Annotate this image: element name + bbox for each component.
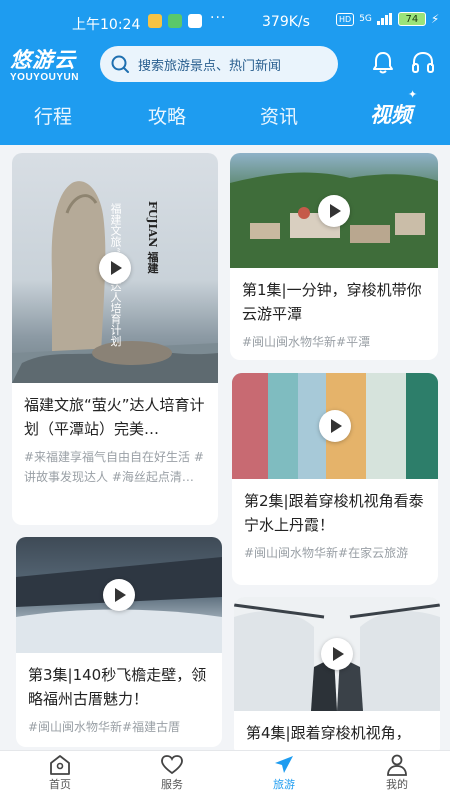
tab-guides[interactable]: 攻略: [148, 102, 186, 129]
app-logo: 悠游云 YOUYOUYUN: [10, 48, 90, 88]
video-card[interactable]: 第3集|140秒飞檐走壁，领略福州古厝魅力！ #闽山闽水物华新#福建古厝: [16, 537, 222, 747]
tab-news[interactable]: 资讯: [260, 102, 298, 129]
nav-label: 首页: [49, 778, 71, 791]
nav-home[interactable]: 首页: [25, 753, 95, 799]
sparkle-icon: ✦: [408, 88, 418, 101]
home-icon: [50, 755, 70, 775]
search-input[interactable]: 搜索旅游景点、热门新闻: [100, 46, 338, 82]
video-title: 第2集|跟着穿梭机视角看泰宁水上丹霞！: [244, 492, 424, 534]
notification-app-icon: [148, 14, 162, 28]
video-thumbnail: [230, 153, 438, 268]
search-icon: [111, 55, 129, 73]
play-icon[interactable]: [318, 194, 350, 227]
battery-indicator: 74: [397, 12, 426, 26]
heart-hands-icon: [161, 755, 183, 775]
headset-icon[interactable]: [410, 50, 436, 76]
user-icon: [387, 754, 407, 776]
video-thumbnail: [234, 597, 440, 711]
logo-main-text: 悠游云: [10, 47, 76, 72]
logo-sub-text: YOUYOUYUN: [10, 72, 79, 83]
status-indicators: HD 5G 74 ⚡: [336, 12, 439, 26]
more-notifications-icon: ···: [210, 10, 227, 26]
video-tags: #闽山闽水物华新#平潭: [242, 335, 371, 349]
status-bar: 上午10:24 ··· 379K/s HD 5G 74 ⚡: [0, 0, 450, 42]
category-tabs: 行程 攻略 资讯 视频: [0, 96, 450, 136]
nav-profile[interactable]: 我的: [362, 753, 432, 799]
video-thumbnail: [16, 537, 222, 653]
video-card[interactable]: 第1集|一分钟，穿梭机带你云游平潭 #闽山闽水物华新#平潭: [230, 153, 438, 360]
nav-label: 服务: [161, 778, 183, 791]
video-tags: #来福建享福气自由自在好生活 #讲故事发现达人 #海丝起点清…: [24, 450, 204, 484]
overlay-brand-text: FUJIAN 福建: [146, 201, 159, 274]
video-title: 第4集|跟着穿梭机视角，: [246, 724, 411, 742]
play-icon[interactable]: [103, 579, 135, 611]
tab-itinerary[interactable]: 行程: [34, 102, 72, 129]
video-card[interactable]: 第2集|跟着穿梭机视角看泰宁水上丹霞！ #闽山闽水物华新#在家云旅游: [232, 373, 438, 585]
status-notification-icons: [148, 14, 202, 28]
play-icon[interactable]: [319, 410, 351, 442]
hd-badge: HD: [336, 12, 355, 26]
charging-icon: ⚡: [430, 12, 440, 26]
status-time: 上午10:24: [72, 17, 141, 33]
nav-label: 旅游: [273, 778, 295, 791]
bell-icon[interactable]: [370, 50, 396, 76]
video-thumbnail: FUJIAN 福建 福建文旅“萤火”达人培育计划: [12, 153, 218, 383]
tab-videos[interactable]: 视频: [370, 99, 412, 129]
play-icon[interactable]: [99, 252, 131, 284]
notification-app-icon: [188, 14, 202, 28]
network-speed: 379K/s: [262, 14, 310, 30]
video-card[interactable]: FUJIAN 福建 福建文旅“萤火”达人培育计划 福建文旅“萤火”达人培育计划（…: [12, 153, 218, 525]
nav-label: 我的: [386, 778, 408, 791]
video-card[interactable]: 第4集|跟着穿梭机视角，: [234, 597, 440, 750]
video-title: 福建文旅“萤火”达人培育计划（平潭站）完美…: [24, 396, 205, 438]
app-header: 上午10:24 ··· 379K/s HD 5G 74 ⚡ 悠游云 YOUYOU…: [0, 0, 450, 145]
notification-app-icon: [168, 14, 182, 28]
video-title: 第3集|140秒飞檐走壁，领略福州古厝魅力！: [28, 666, 207, 708]
overlay-caption-text: 福建文旅“萤火”达人培育计划: [107, 203, 123, 373]
video-title: 第1集|一分钟，穿梭机带你云游平潭: [242, 281, 422, 323]
nav-travel[interactable]: 旅游: [249, 753, 319, 799]
signal-bars-icon: [376, 13, 392, 25]
video-thumbnail: [232, 373, 438, 479]
video-feed: FUJIAN 福建 福建文旅“萤火”达人培育计划 福建文旅“萤火”达人培育计划（…: [0, 145, 450, 750]
play-icon[interactable]: [321, 638, 353, 670]
nav-services[interactable]: 服务: [137, 753, 207, 799]
search-placeholder: 搜索旅游景点、热门新闻: [138, 58, 282, 74]
video-tags: #闽山闽水物华新#福建古厝: [28, 720, 181, 734]
video-tags: #闽山闽水物华新#在家云旅游: [244, 546, 409, 560]
airplane-icon: [275, 756, 293, 773]
bottom-navigation: 首页 服务 旅游 我的: [0, 750, 450, 800]
signal-5g: 5G: [359, 13, 372, 24]
